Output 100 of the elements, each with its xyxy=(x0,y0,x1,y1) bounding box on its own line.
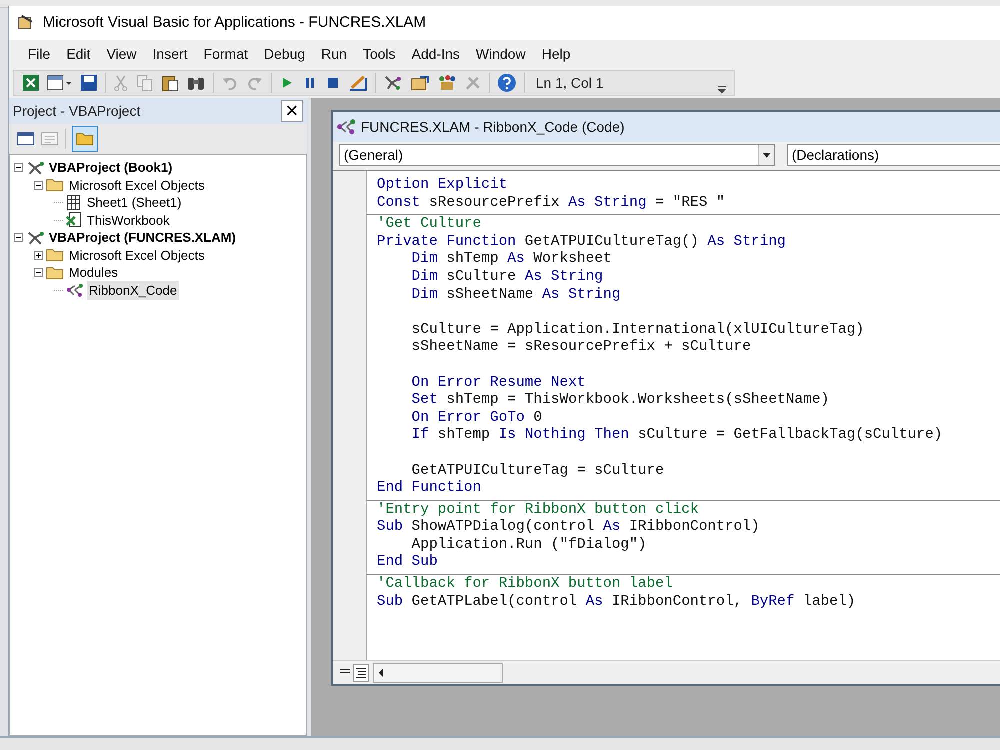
folder-icon xyxy=(46,248,64,262)
code-text: GetATPLabel(control xyxy=(410,594,578,610)
menu-item[interactable]: Add-Ins xyxy=(404,44,468,64)
code-text: sResourcePrefix xyxy=(428,194,561,211)
code-keyword: ByRef xyxy=(751,594,795,610)
full-module-view-icon[interactable] xyxy=(353,664,369,682)
module-icon xyxy=(66,282,84,298)
pane-title: Project - VBAProject xyxy=(13,102,141,121)
menu-item[interactable]: Debug xyxy=(257,44,312,64)
code-keyword: Private Function xyxy=(377,234,516,250)
code-keyword: As xyxy=(586,594,604,610)
code-comment: 'Callback for RibbonX button label xyxy=(377,576,673,592)
toolbar-options-icon[interactable] xyxy=(718,84,726,94)
collapse-icon[interactable] xyxy=(14,233,23,242)
code-keyword: As String xyxy=(568,194,647,211)
folder-icon xyxy=(46,266,64,280)
view-object-icon[interactable] xyxy=(17,131,35,147)
sheet-icon xyxy=(66,194,82,211)
code-keyword: Dim xyxy=(410,268,438,285)
menu-item[interactable]: Edit xyxy=(60,44,98,64)
tree-item[interactable]: VBAProject (Book1) xyxy=(47,158,175,178)
tree-item[interactable]: Microsoft Excel Objects xyxy=(67,176,207,195)
collapse-icon[interactable] xyxy=(34,180,43,190)
code-text: 0 xyxy=(532,410,542,426)
save-icon[interactable] xyxy=(80,74,98,92)
code-text: GetATPUICultureTag = sCulture xyxy=(410,462,664,478)
folder-icon xyxy=(46,178,64,192)
menu-item[interactable]: Format xyxy=(196,44,256,64)
code-text: sSheetName xyxy=(446,286,535,303)
collapse-icon[interactable] xyxy=(34,268,43,278)
design-mode-icon[interactable] xyxy=(348,74,368,92)
workbook-icon xyxy=(66,212,82,228)
code-text: sCulture xyxy=(446,268,518,285)
menu-item[interactable]: Tools xyxy=(356,44,403,64)
code-text: sSheetName = sResourcePrefix + sCulture xyxy=(410,339,752,356)
tree-item[interactable]: Sheet1 (Sheet1) xyxy=(85,193,184,212)
code-text: shTemp = ThisWorkbook.Worksheets(sSheetName) xyxy=(446,392,830,408)
code-keyword: On Error GoTo xyxy=(410,410,525,426)
folder-icon xyxy=(76,132,94,146)
code-text: = "RES " xyxy=(654,194,726,211)
tree-item[interactable]: ThisWorkbook xyxy=(85,210,172,230)
code-keyword: On Error Resume Next xyxy=(410,374,586,391)
code-keyword: Dim xyxy=(410,251,438,268)
menu-item[interactable]: File xyxy=(21,44,58,64)
expand-icon[interactable] xyxy=(34,250,43,260)
cursor-position: Ln 1, Col 1 xyxy=(536,74,604,92)
properties-icon[interactable] xyxy=(410,74,430,92)
code-text: sCulture = GetFallbackTag(sCulture) xyxy=(637,427,943,444)
menu-item[interactable]: Window xyxy=(469,44,533,64)
excel-icon[interactable] xyxy=(22,74,40,92)
menu-item[interactable]: View xyxy=(100,44,144,64)
code-text: shTemp xyxy=(446,251,500,268)
code-keyword: Set xyxy=(410,392,438,408)
tree-item[interactable]: Microsoft Excel Objects xyxy=(67,246,207,265)
window-title: Microsoft Visual Basic for Applications - FUNCRES.XLAM xyxy=(43,12,426,33)
paste-icon[interactable] xyxy=(161,74,179,92)
project-explorer-icon[interactable] xyxy=(383,74,403,92)
app-icon xyxy=(17,14,35,32)
code-keyword: Const xyxy=(377,194,421,211)
toggle-folders-button[interactable] xyxy=(72,126,98,152)
code-text: ShowATPDialog(control xyxy=(410,519,596,536)
collapse-icon[interactable] xyxy=(14,163,23,172)
code-text: label) xyxy=(802,594,856,610)
object-dropdown[interactable]: (General) xyxy=(339,144,775,166)
code-text: Application.Run ("fDialog") xyxy=(410,536,647,553)
code-text: IRibbonControl) xyxy=(628,519,760,536)
close-button[interactable]: × xyxy=(281,100,303,122)
code-keyword: End Function xyxy=(377,480,482,496)
code-keyword: Sub xyxy=(377,594,404,610)
menu-item[interactable]: Help xyxy=(534,44,578,64)
code-comment: 'Get Culture xyxy=(377,216,482,232)
tree-item[interactable]: Modules xyxy=(67,263,120,282)
code-keyword: As xyxy=(603,519,621,536)
code-keyword: As String xyxy=(524,268,604,285)
code-keyword: End Sub xyxy=(377,554,438,570)
code-keyword: Option Explicit xyxy=(377,177,508,193)
code-keyword: As String xyxy=(708,234,786,250)
code-keyword: As String xyxy=(542,286,621,303)
code-comment: 'Entry point for RibbonX button click xyxy=(377,502,699,518)
code-keyword: As xyxy=(508,251,525,268)
code-text: IRibbonControl, xyxy=(610,594,744,610)
code-keyword: Dim xyxy=(410,286,438,303)
code-text: Worksheet xyxy=(532,251,612,268)
menu-item[interactable]: Run xyxy=(314,44,354,64)
code-window-title: FUNCRES.XLAM - RibbonX_Code (Code) xyxy=(361,118,625,137)
menu-item[interactable]: Insert xyxy=(146,44,195,64)
insert-form-icon[interactable] xyxy=(47,74,73,92)
tree-item[interactable]: VBAProject (FUNCRES.XLAM) xyxy=(47,228,238,248)
object-browser-icon[interactable] xyxy=(437,74,457,92)
code-text: sCulture = Application.International(xlUICultureTag) xyxy=(410,322,864,338)
code-keyword: Is Nothing Then xyxy=(498,427,630,444)
code-keyword: If xyxy=(410,427,430,444)
code-text: GetATPUICultureTag() xyxy=(524,234,700,250)
horizontal-scrollbar[interactable] xyxy=(373,662,503,682)
tree-item[interactable]: RibbonX_Code xyxy=(87,280,180,300)
help-icon[interactable] xyxy=(497,73,517,93)
procedure-dropdown[interactable]: (Declarations) xyxy=(787,144,1000,166)
code-text: shTemp xyxy=(436,427,492,444)
code-keyword: Sub xyxy=(377,519,404,536)
module-icon xyxy=(337,118,357,136)
